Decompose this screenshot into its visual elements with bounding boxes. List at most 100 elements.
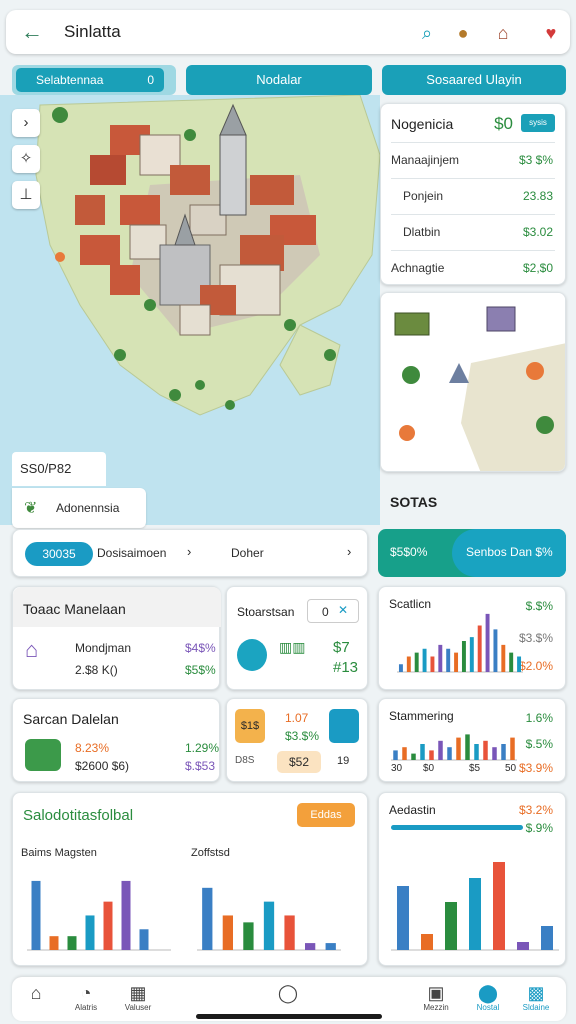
chart-bar [438,740,443,760]
scatlicn-card[interactable]: Scatlicn $.$% $3.$% $2.0% [378,586,566,690]
nav-home[interactable]: ⌂ [16,983,56,1003]
chart-bar [121,880,131,950]
stamera-v1: 1.6% [525,711,553,725]
chart-bar [517,656,522,672]
app-header: ← Sinlatta ⌕ ● ⌂ ♥ [6,10,570,54]
chart-bar [509,652,514,672]
chart2-title: Zoffstsd [191,847,230,859]
close-icon[interactable]: ✕ [338,603,348,617]
chart-bar [222,915,233,950]
chart-bar [446,648,451,672]
price-row[interactable]: Dlatbin $3.02 [391,214,555,248]
toac-value2: $5$% [185,663,216,677]
tab-primary-count: 0 [147,73,154,87]
nav-mezzin[interactable]: ▣ Mezzin [416,983,456,1012]
stamera-x: 50 [505,763,517,774]
stoar-title: Stoarstsan [237,605,295,619]
nav-circle[interactable]: ◯ [268,983,308,1003]
chart-bar [517,942,529,950]
price-row[interactable]: Ponjein 23.83 [391,178,555,212]
houses-icon[interactable]: ⌂ [490,20,516,46]
location-card[interactable]: ❦ Adonennsia [12,488,146,528]
profile-icon[interactable]: ● [450,20,476,46]
price-list-title: Nogenicia [391,116,454,132]
chart-bar [474,744,479,760]
chart-bar [103,901,113,950]
salodot-badge[interactable]: Eddas [297,803,355,827]
chevron-right-icon[interactable]: › [347,544,351,559]
scatlicn-mid: $3.$% [518,631,553,645]
salodot-card[interactable]: Salodotitasfolbal Eddas Baims Magsten Zo… [12,792,368,966]
tab-second[interactable]: Nodalar [186,65,372,95]
map-pin-button[interactable]: ⊥ [12,181,40,209]
price-list-badge[interactable]: sysis [521,114,555,132]
mini-map-card[interactable] [380,292,566,472]
stoar-v1: $7 [333,639,350,656]
chevron-right-icon[interactable]: › [187,544,191,559]
map-forward-button[interactable]: › [12,109,40,137]
green-toggle-left: $5$0% [390,545,428,559]
chart-bar [305,943,316,950]
leaf-icon: ❦ [24,500,38,517]
sarcan-card[interactable]: Sarcan Dalelan 8.23% 1.29% $2600 $6) $.$… [12,698,220,782]
green-toggle-right-segment[interactable]: Senbos Dan $% [452,529,566,577]
stat-b: 1.07 [285,711,309,725]
tab-third-label: Sosaared Ulayin [426,72,522,87]
sarcan-amount: $2600 $6) [75,759,130,773]
aedastin-card[interactable]: Aedastin $3.2% $.9% [378,792,566,966]
chart-bar [477,625,482,672]
mini-stats-card[interactable]: $1$ 1.07 $3.$% D8S $52 19 [226,698,368,782]
chart-bar [465,734,470,760]
pin-icon [237,639,267,671]
chart-bar [438,644,443,672]
salodot-title: Salodotitasfolbal [23,807,134,824]
stoar-badge[interactable]: 0 ✕ [307,599,359,623]
stoar-card[interactable]: Stoarstsan 0 ✕ ▥▥ $7 #13 [226,586,368,690]
chart-bar [461,641,466,672]
heart-icon[interactable]: ♥ [538,20,564,46]
price-list-card: Nogenicia $0 sysis Manaajinjem $3 $% Ponj… [380,103,566,285]
segment-middle[interactable]: Dosisaimoen [97,546,166,560]
stat-c: $3.$% [285,729,320,743]
nav-sldaine[interactable]: ▩ Sldaine [516,983,556,1012]
bars-icon: ▥▥ [279,639,306,655]
back-arrow-icon[interactable]: ← [18,18,46,46]
stat-a[interactable]: $1$ [235,709,265,743]
mini-map-illustration [381,293,565,471]
sarcan-amount2: $.$53 [185,759,216,773]
stamera-x: $5 [469,763,481,774]
toac-sub: 2.$8 K() [75,663,118,677]
price-row[interactable]: Achnagtie $2,$0 [391,250,555,284]
chart-bar [541,926,553,950]
segment-pill[interactable]: 30035 [25,542,93,566]
green-toggle[interactable]: $5$0% Senbos Dan $% [378,529,566,577]
settings-icon: ▩ [527,983,545,1003]
chart-bar [430,656,435,672]
stamera-card[interactable]: Stammering 1.6% $.5% $3.9% 30 $0 $5 50 [378,698,566,782]
nav-alatris[interactable]: ◔ Alatris [66,983,106,1012]
section-label: SOTAS [390,494,438,510]
chart-bar [414,652,419,672]
map-label: SS0/P82 [12,452,106,486]
tab-third[interactable]: Sosaared Ulayin [382,65,566,95]
wallet-icon [25,739,61,771]
segment-bar: 30035 Dosisaimoen › Doher › [12,529,368,577]
stat-tile[interactable] [329,709,359,743]
nav-valuser[interactable]: ▦ Valuser [118,983,158,1012]
chart-bar [493,862,505,950]
chart-bar [447,747,452,760]
zoffstsd-chart [197,887,341,951]
price-row[interactable]: Manaajinjem $3 $% [391,142,555,176]
stat-e[interactable]: $52 [277,751,321,773]
map-locate-button[interactable]: ✧ [12,145,40,173]
chart-bar [493,629,498,672]
tab-primary[interactable]: Selabtennaa 0 [12,65,176,95]
magsten-chart [27,880,171,951]
nav-nostal[interactable]: ⬤ Nostal [468,983,508,1012]
search-icon[interactable]: ⌕ [414,20,440,46]
segment-right[interactable]: Doher [231,546,264,560]
chart-bar [421,934,433,950]
scatlicn-top: $.$% [525,599,553,613]
toac-card[interactable]: Toaac Manelaan ⌂ Mondjman $4$% 2.$8 K() … [12,586,221,690]
stat-f: 19 [337,755,350,767]
